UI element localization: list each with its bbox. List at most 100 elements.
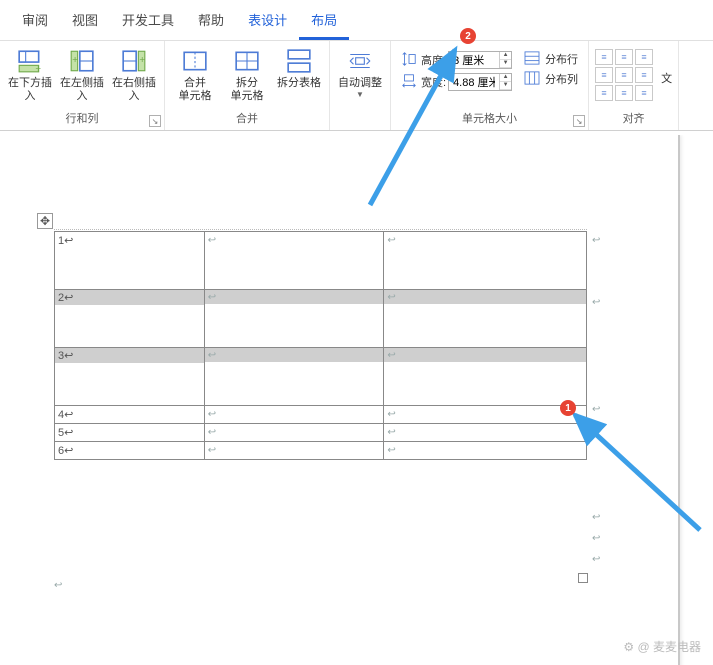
- table-row[interactable]: 3↩↩↩: [55, 348, 587, 406]
- width-spinner[interactable]: ▲▼: [448, 73, 512, 91]
- callout-badge-1: 1: [560, 400, 576, 416]
- table-cell[interactable]: 1↩: [55, 232, 205, 290]
- insert-below-label: 在下方插入: [8, 77, 52, 103]
- group-rows-cols: + 在下方插入 + 在左侧插入 + 在右侧插入 行和列 ↘: [0, 41, 165, 130]
- height-spinner[interactable]: ▲▼: [448, 51, 512, 69]
- table-cell[interactable]: ↩: [384, 232, 587, 290]
- split-table-button[interactable]: 拆分表格: [275, 45, 323, 92]
- align-tr[interactable]: ≡: [635, 49, 653, 65]
- tab-help[interactable]: 帮助: [186, 4, 236, 40]
- table-resize-handle[interactable]: [578, 573, 588, 583]
- group-alignment-label: 对齐: [623, 110, 645, 128]
- table-cell[interactable]: ↩: [204, 290, 384, 348]
- height-input[interactable]: [449, 52, 499, 68]
- table-row[interactable]: 1↩↩↩: [55, 232, 587, 290]
- align-mc[interactable]: ≡: [615, 67, 633, 83]
- insert-right-icon: +: [120, 47, 148, 75]
- height-label: 高度:: [421, 52, 446, 68]
- table-cell[interactable]: 6↩: [55, 442, 205, 460]
- tab-view[interactable]: 视图: [60, 4, 110, 40]
- ruler: [54, 229, 587, 230]
- distribute-rows-label: 分布行: [545, 51, 578, 67]
- align-ml[interactable]: ≡: [595, 67, 613, 83]
- insert-below-button[interactable]: + 在下方插入: [6, 45, 54, 105]
- table-cell[interactable]: 2↩: [55, 290, 205, 348]
- group-cell-size-label: 单元格大小: [462, 110, 517, 128]
- cell-size-launcher[interactable]: ↘: [573, 115, 585, 127]
- insert-left-button[interactable]: + 在左侧插入: [58, 45, 106, 105]
- distribute-rows-icon: [524, 51, 542, 67]
- tab-review[interactable]: 审阅: [10, 4, 60, 40]
- width-input[interactable]: [449, 74, 499, 90]
- document-table[interactable]: 1↩↩↩2↩↩↩3↩↩↩4↩↩↩5↩↩↩6↩↩↩: [54, 231, 587, 460]
- split-cells-label: 拆分 单元格: [231, 77, 264, 103]
- distribute-cols-icon: [524, 71, 542, 87]
- distribute-cols-button[interactable]: 分布列: [524, 71, 578, 87]
- col-width-control: 宽度: ▲▼: [401, 73, 512, 91]
- text-direction-button[interactable]: 文: [661, 70, 672, 86]
- tab-table-design[interactable]: 表设计: [236, 4, 299, 40]
- align-bc[interactable]: ≡: [615, 85, 633, 101]
- tab-layout[interactable]: 布局: [299, 4, 349, 40]
- table-cell[interactable]: ↩: [384, 348, 587, 406]
- table-cell[interactable]: 5↩: [55, 424, 205, 442]
- table-row[interactable]: 6↩↩↩: [55, 442, 587, 460]
- watermark: ⚙ @ 麦麦电器: [623, 638, 701, 655]
- align-br[interactable]: ≡: [635, 85, 653, 101]
- group-merge: 合并 单元格 拆分 单元格 拆分表格 合并: [165, 41, 330, 130]
- svg-text:+: +: [139, 55, 145, 66]
- align-tc[interactable]: ≡: [615, 49, 633, 65]
- width-up[interactable]: ▲: [500, 74, 511, 82]
- align-grid: ≡ ≡ ≡ ≡ ≡ ≡ ≡ ≡ ≡: [595, 45, 653, 101]
- table-cell[interactable]: ↩: [204, 424, 384, 442]
- table-cell[interactable]: ↩: [204, 442, 384, 460]
- autofit-icon: [346, 47, 374, 75]
- table-cell[interactable]: ↩: [204, 232, 384, 290]
- tab-dev[interactable]: 开发工具: [110, 4, 186, 40]
- merge-cells-label: 合并 单元格: [179, 77, 212, 103]
- merge-cells-button[interactable]: 合并 单元格: [171, 45, 219, 105]
- height-down[interactable]: ▼: [500, 60, 511, 68]
- table-cell[interactable]: ↩: [384, 424, 587, 442]
- table-cell[interactable]: ↩: [384, 406, 587, 424]
- row-height-control: 高度: ▲▼: [401, 51, 512, 69]
- align-tl[interactable]: ≡: [595, 49, 613, 65]
- group-autofit: 自动调整 ▼: [330, 41, 391, 130]
- ribbon-tabs: 审阅 视图 开发工具 帮助 表设计 布局: [0, 0, 713, 41]
- split-cells-button[interactable]: 拆分 单元格: [223, 45, 271, 105]
- table-cell[interactable]: ↩: [384, 290, 587, 348]
- document-area: ✥ 1↩↩↩2↩↩↩3↩↩↩4↩↩↩5↩↩↩6↩↩↩ ↩ ↩ ↩ ↩ ↩ ↩ ↩: [0, 135, 713, 665]
- table-cell[interactable]: ↩: [384, 442, 587, 460]
- height-up[interactable]: ▲: [500, 52, 511, 60]
- width-down[interactable]: ▼: [500, 82, 511, 90]
- svg-text:+: +: [35, 64, 41, 74]
- table-cell[interactable]: ↩: [204, 406, 384, 424]
- svg-text:+: +: [72, 55, 78, 66]
- row-end-mark: ↩: [592, 235, 600, 246]
- row-end-mark: ↩: [592, 554, 600, 565]
- col-width-icon: [401, 73, 419, 91]
- insert-right-button[interactable]: + 在右侧插入: [110, 45, 158, 105]
- insert-right-label: 在右侧插入: [112, 77, 156, 103]
- table-move-handle-icon[interactable]: ✥: [37, 213, 53, 229]
- table-cell[interactable]: ↩: [204, 348, 384, 406]
- insert-below-icon: +: [16, 47, 44, 75]
- table-row[interactable]: 2↩↩↩: [55, 290, 587, 348]
- distribute-rows-button[interactable]: 分布行: [524, 51, 578, 67]
- table-cell[interactable]: 3↩: [55, 348, 205, 406]
- group-alignment: ≡ ≡ ≡ ≡ ≡ ≡ ≡ ≡ ≡ 文 对齐: [589, 41, 679, 130]
- table-row[interactable]: 5↩↩↩: [55, 424, 587, 442]
- rows-cols-launcher[interactable]: ↘: [149, 115, 161, 127]
- ribbon: + 在下方插入 + 在左侧插入 + 在右侧插入 行和列 ↘: [0, 41, 713, 131]
- autofit-button[interactable]: 自动调整 ▼: [336, 45, 384, 101]
- distribute-cols-label: 分布列: [545, 71, 578, 87]
- insert-left-icon: +: [68, 47, 96, 75]
- table-cell[interactable]: 4↩: [55, 406, 205, 424]
- table-row[interactable]: 4↩↩↩: [55, 406, 587, 424]
- insert-left-label: 在左侧插入: [60, 77, 104, 103]
- align-bl[interactable]: ≡: [595, 85, 613, 101]
- split-table-label: 拆分表格: [277, 77, 321, 90]
- align-mr[interactable]: ≡: [635, 67, 653, 83]
- width-label: 宽度:: [421, 74, 446, 90]
- dropdown-icon: ▼: [356, 90, 364, 99]
